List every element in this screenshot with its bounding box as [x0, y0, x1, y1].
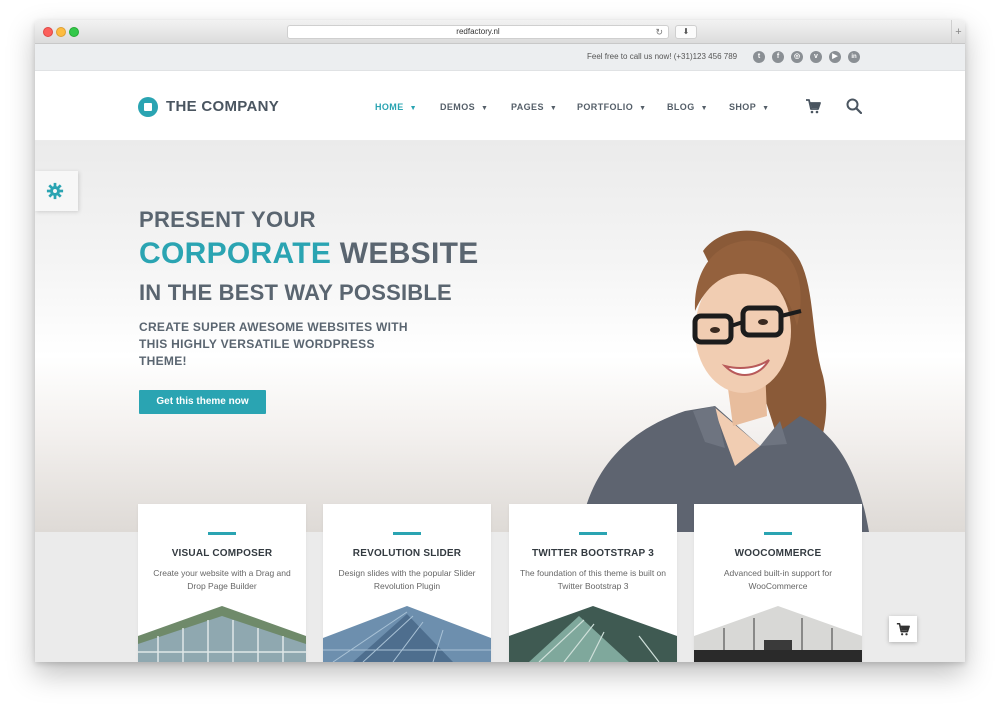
nav-item-portfolio-label: PORTFOLIO — [577, 102, 634, 112]
hero-heading-line-3: IN THE BEST WAY POSSIBLE — [139, 280, 452, 305]
call-us-text: Feel free to call us now! (+31)123 456 7… — [587, 52, 738, 61]
settings-panel-toggle[interactable] — [35, 171, 78, 211]
hero-woman-photo — [580, 230, 869, 532]
nav-item-blog-label: BLOG — [667, 102, 695, 112]
twitter-icon[interactable]: t — [753, 51, 765, 63]
card-accent-bar — [764, 532, 792, 535]
hero-heading-line-2: CORPORATE WEBSITE — [139, 237, 479, 271]
get-theme-button[interactable]: Get this theme now — [139, 390, 266, 414]
hero-subtitle: CREATE SUPER AWESOME WEBSITES WITH THIS … — [139, 320, 408, 368]
browser-window: redfactory.nl ↻ ⬇ + Feel free to call us… — [35, 20, 965, 662]
nav-item-demos-label: DEMOS — [440, 102, 476, 112]
gear-icon — [46, 182, 64, 200]
feature-image-building — [138, 606, 306, 662]
address-bar-url: redfactory.nl — [456, 27, 500, 36]
youtube-icon[interactable]: ▶ — [829, 51, 841, 63]
feature-card[interactable]: WOOCOMMERCE Advanced built-in support fo… — [694, 504, 862, 662]
nav-item-pages-label: PAGES — [511, 102, 544, 112]
card-accent-bar — [208, 532, 236, 535]
feature-description: Advanced built-in support for WooCommerc… — [723, 568, 833, 591]
nav-item-home-label: HOME — [375, 102, 404, 112]
vimeo-icon[interactable]: v — [810, 51, 822, 63]
chevron-down-icon: ▼ — [549, 105, 558, 112]
search-icon[interactable] — [846, 98, 862, 114]
chevron-down-icon: ▼ — [481, 105, 489, 112]
feature-image-office-interior — [694, 606, 862, 662]
feature-title: VISUAL COMPOSER — [171, 548, 273, 559]
cart-icon — [896, 622, 910, 636]
chevron-down-icon: ▼ — [639, 105, 647, 112]
nav-item-shop[interactable]: SHOP ▼ — [729, 102, 769, 112]
chevron-down-icon: ▼ — [762, 105, 770, 112]
contact-topbar: Feel free to call us now! (+31)123 456 7… — [35, 44, 965, 71]
hero-heading-line-1: PRESENT YOUR — [139, 207, 316, 232]
download-icon[interactable]: ⬇ — [675, 25, 697, 39]
company-logo-text[interactable]: THE COMPANY — [166, 98, 279, 115]
nav-item-demos[interactable]: DEMOS ▼ — [440, 102, 488, 112]
hero-heading-accent: CORPORATE — [139, 237, 332, 270]
feature-description: Create your website with a Drag and Drop… — [153, 568, 291, 591]
hero-section: PRESENT YOUR CORPORATE WEBSITE IN THE BE… — [35, 141, 965, 532]
chevron-down-icon: ▼ — [700, 105, 708, 112]
instagram-icon[interactable]: ◎ — [791, 51, 803, 63]
card-accent-bar — [393, 532, 421, 535]
new-tab-button[interactable]: + — [951, 20, 965, 44]
feature-image-glass-tower — [323, 606, 491, 662]
address-bar[interactable]: redfactory.nl ↻ — [287, 25, 669, 39]
feature-title: WOOCOMMERCE — [734, 548, 822, 559]
feature-title: TWITTER BOOTSTRAP 3 — [532, 548, 654, 559]
nav-item-home[interactable]: HOME ▼ — [375, 102, 417, 112]
feature-card[interactable]: TWITTER BOOTSTRAP 3 The foundation of th… — [509, 504, 677, 662]
hero-heading-rest: WEBSITE — [331, 237, 479, 270]
nav-item-portfolio[interactable]: PORTFOLIO ▼ — [577, 102, 646, 112]
linkedin-icon[interactable]: in — [848, 51, 860, 63]
facebook-icon[interactable]: f — [772, 51, 784, 63]
feature-card[interactable]: VISUAL COMPOSER Create your website with… — [138, 504, 306, 662]
minimize-window-button[interactable] — [56, 27, 66, 37]
chevron-down-icon: ▼ — [409, 105, 417, 112]
feature-image-angled-building — [509, 606, 677, 662]
nav-item-pages[interactable]: PAGES ▼ — [511, 102, 557, 112]
company-logo-icon[interactable] — [138, 97, 158, 117]
browser-titlebar: redfactory.nl ↻ ⬇ + — [35, 20, 965, 44]
close-window-button[interactable] — [43, 27, 53, 37]
feature-description: The foundation of this theme is built on… — [519, 568, 666, 591]
reload-icon[interactable]: ↻ — [655, 26, 663, 38]
zoom-window-button[interactable] — [69, 27, 79, 37]
floating-cart-button[interactable] — [889, 616, 917, 642]
main-navbar: THE COMPANY HOME ▼ DEMOS ▼ PAGES ▼ PORTFOLI… — [35, 71, 965, 141]
nav-item-blog[interactable]: BLOG ▼ — [667, 102, 708, 112]
feature-card[interactable]: REVOLUTION SLIDER Design slides with the… — [323, 504, 491, 662]
feature-description: Design slides with the popular Slider Re… — [338, 568, 476, 591]
card-accent-bar — [579, 532, 607, 535]
nav-item-shop-label: SHOP — [729, 102, 757, 112]
feature-title: REVOLUTION SLIDER — [352, 548, 462, 559]
cart-icon[interactable] — [805, 98, 821, 114]
features-section: VISUAL COMPOSER Create your website with… — [35, 504, 965, 662]
